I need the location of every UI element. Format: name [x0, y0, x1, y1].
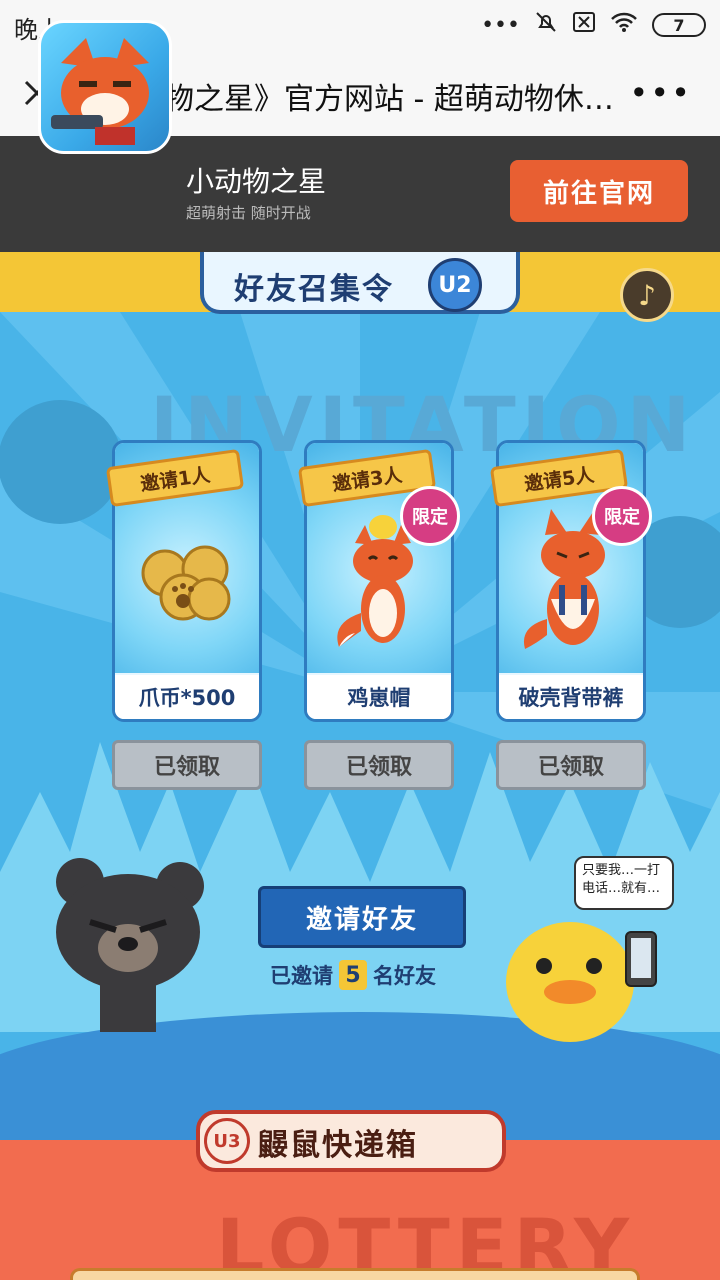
battery-icon: 7 [652, 13, 706, 37]
duck-character [506, 922, 657, 1042]
limited-badge-3: 限定 [592, 486, 652, 546]
bear-character [56, 858, 204, 1032]
invited-prefix: 已邀请 [270, 964, 333, 988]
app-name: 小动物之星 [186, 165, 327, 198]
lottery-title: 鼹鼠快递箱 [258, 1128, 418, 1163]
reward-label: 鸡崽帽 [307, 675, 451, 719]
claimed-button-2[interactable]: 已领取 [304, 740, 454, 790]
reward-label: 破壳背带裤 [499, 675, 643, 719]
invited-count-line: 已邀请 5 名好友 [270, 960, 436, 990]
more-dots-icon: ••• [481, 12, 520, 38]
u2-badge: U2 [428, 258, 482, 312]
claimed-button-3[interactable]: 已领取 [496, 740, 646, 790]
app-icon[interactable] [38, 20, 172, 154]
no-sim-icon [572, 11, 596, 39]
limited-badge-2: 限定 [400, 486, 460, 546]
invited-suffix: 名好友 [373, 964, 436, 988]
u3-badge: U3 [204, 1118, 250, 1164]
speech-bubble: 只要我…一打电话…就有… [574, 856, 674, 910]
paw-coins-icon [141, 545, 231, 621]
invite-friends-button[interactable]: 邀请好友 [258, 886, 466, 948]
app-tagline: 超萌射击 随时开战 [186, 204, 311, 222]
mute-bell-icon [534, 10, 558, 40]
music-note-icon[interactable]: ♪ [620, 268, 674, 322]
lottery-tray [70, 1268, 640, 1280]
status-icons: ••• 7 [481, 10, 706, 40]
claimed-button-1[interactable]: 已领取 [112, 740, 262, 790]
visit-official-site-button[interactable]: 前往官网 [510, 160, 688, 222]
reward-label: 爪币*500 [115, 675, 259, 719]
section-title: 好友召集令 [234, 272, 394, 307]
game-content: INVITATION 好友召集令 U2 ♪ 爪币*500 邀请1人 已领取 鸡崽… [0, 252, 720, 1280]
more-menu-icon[interactable]: ••• [629, 74, 692, 112]
wifi-icon [610, 11, 638, 39]
invited-count: 5 [339, 960, 367, 990]
